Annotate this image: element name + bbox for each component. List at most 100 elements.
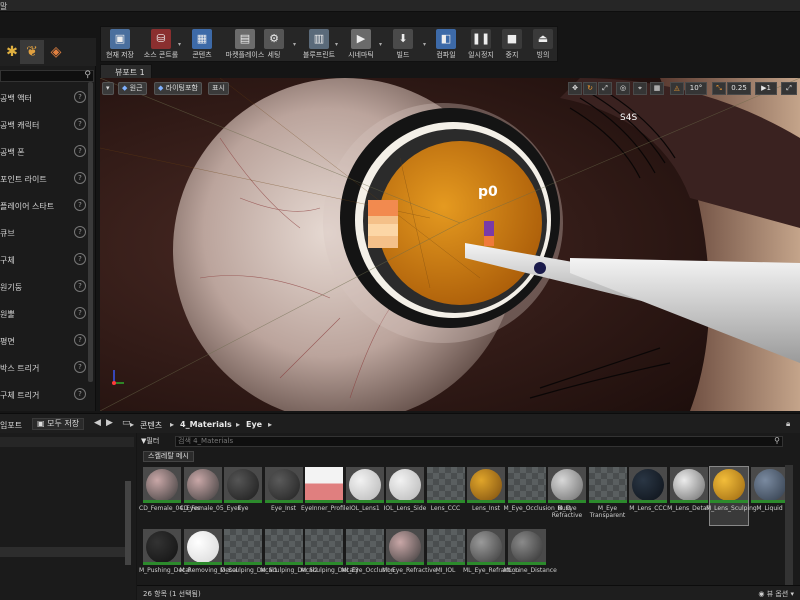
place-item[interactable]: 박스 트리거? xyxy=(0,358,90,378)
asset-tile[interactable]: Lens_CCC xyxy=(426,467,465,525)
asset-tile[interactable]: M_Eye Transparent xyxy=(588,467,627,525)
asset-tile[interactable]: M_Removing_Decal xyxy=(180,529,238,587)
foliage-mode-icon[interactable]: ❦ xyxy=(20,40,44,64)
asset-tile[interactable]: M_Lens_Detail xyxy=(667,467,710,525)
blueprint-dropdown-icon[interactable]: ▾ xyxy=(335,41,338,48)
rotate-tool-icon[interactable]: ↻ xyxy=(583,82,597,95)
filter-tag[interactable]: 스켈레탈 메시 xyxy=(143,451,194,462)
asset-tile[interactable]: M_Eye_Occlusion_Bust xyxy=(504,467,571,525)
cinematics-button[interactable]: ▶ 시네마틱 xyxy=(341,28,381,62)
breadcrumb-item-content[interactable]: 콘텐츠 xyxy=(140,420,162,431)
rotation-snap-value[interactable]: 10° xyxy=(685,82,707,95)
help-icon[interactable]: ? xyxy=(74,226,86,238)
place-item[interactable]: 공백 폰? xyxy=(0,142,90,162)
source-button[interactable]: ⛁ 소스 콘트롤 xyxy=(139,28,183,62)
help-icon[interactable]: ? xyxy=(74,199,86,211)
help-icon[interactable]: ? xyxy=(74,118,86,130)
asset-tile[interactable]: CD_Female_05_Eyes xyxy=(180,467,241,525)
scale-tool-icon[interactable]: ⤢ xyxy=(598,82,612,95)
world-space-icon[interactable]: ◎ xyxy=(616,82,630,95)
place-item[interactable]: 구체? xyxy=(0,250,90,270)
help-icon[interactable]: ? xyxy=(74,91,86,103)
scale-snap-icon[interactable]: ⤡ xyxy=(712,82,726,95)
asset-tile[interactable]: Eye_Inst xyxy=(264,467,303,525)
asset-tile[interactable]: M_Pushing_Decal xyxy=(139,529,191,587)
place-item[interactable]: 공백 액터? xyxy=(0,88,90,108)
eject-button[interactable]: ⏏ 빙의 xyxy=(529,28,557,62)
asset-tile[interactable]: M_Sculping_Decal1 xyxy=(220,529,278,587)
place-item[interactable]: 원기둥? xyxy=(0,277,90,297)
help-icon[interactable]: ? xyxy=(74,280,86,292)
asset-tile[interactable]: Eye xyxy=(224,467,262,525)
asset-tile[interactable]: Lens_Inst xyxy=(467,467,505,525)
import-button[interactable]: 임포트 xyxy=(0,420,22,431)
help-icon[interactable]: ? xyxy=(74,388,86,400)
show-button[interactable]: 표시 xyxy=(208,82,229,95)
stop-button[interactable]: ■ 중지 xyxy=(499,28,525,62)
asset-tile[interactable]: M_Sculping_Decal3 xyxy=(301,529,359,587)
place-item[interactable]: 큐브? xyxy=(0,223,90,243)
level-viewport[interactable]: p0 S4S ▾ ◆ 원근 ◆ 라이팅포함 표시 ✥ ↻ ⤢ ◎ ⌖ ▦ ◬ 1… xyxy=(100,78,800,411)
place-item[interactable]: 평면? xyxy=(0,331,90,351)
source-folder-row[interactable] xyxy=(0,547,126,557)
asset-tile[interactable]: EyeInner_Profile xyxy=(301,467,349,525)
left-scrollbar[interactable] xyxy=(88,82,93,382)
view-options-button[interactable]: ◉ 뷰 옵션 ▾ xyxy=(758,589,794,599)
surface-snap-icon[interactable]: ⌖ xyxy=(633,82,647,95)
build-dropdown-icon[interactable]: ▾ xyxy=(423,41,426,48)
geometry-mode-icon[interactable]: ◈ xyxy=(44,40,68,64)
help-icon[interactable]: ? xyxy=(74,334,86,346)
source-dropdown-icon[interactable]: ▾ xyxy=(178,41,181,48)
asset-tile[interactable]: M_Eye Refractive xyxy=(548,467,586,525)
filter-button[interactable]: ▼필터 xyxy=(141,436,171,447)
help-icon[interactable]: ? xyxy=(74,307,86,319)
rotation-snap-icon[interactable]: ◬ xyxy=(670,82,684,95)
asset-tile[interactable]: IOL_Lens1 xyxy=(345,467,384,525)
grid-snap-icon[interactable]: ▦ xyxy=(650,82,664,95)
save-button[interactable]: ▣ 현재 저장 xyxy=(103,28,137,62)
asset-tile[interactable]: MI_IOL xyxy=(426,529,465,587)
asset-tile[interactable]: CD_Female_04_Eyes xyxy=(139,467,200,525)
help-icon[interactable]: ? xyxy=(74,172,86,184)
place-item[interactable]: 포인트 라이트? xyxy=(0,169,90,189)
maximize-viewport-icon[interactable]: ⤢ xyxy=(781,82,797,95)
compile-button[interactable]: ◧ 컴파일 xyxy=(431,28,461,62)
save-all-button[interactable]: ▣ 모두 저장 xyxy=(32,418,85,430)
settings-dropdown-icon[interactable]: ▾ xyxy=(293,41,296,48)
asset-tile[interactable]: MI_Eye_Occlusion_ xyxy=(342,529,398,587)
viewport-tab[interactable]: 뷰포트 1 xyxy=(100,64,152,78)
blueprint-button[interactable]: ▥ 블루프린트 xyxy=(299,28,339,62)
asset-search-input[interactable]: 검색 4_Materials ⚲ xyxy=(175,436,783,447)
breadcrumb-item-eye[interactable]: Eye xyxy=(246,420,262,429)
help-icon[interactable]: ? xyxy=(74,145,86,157)
asset-scrollbar[interactable] xyxy=(785,465,793,585)
scale-snap-value[interactable]: 0.25 xyxy=(727,82,751,95)
help-icon[interactable]: ? xyxy=(74,361,86,373)
asset-tile[interactable]: M_Lens_Sculping xyxy=(706,466,757,526)
asset-tile[interactable]: M_Sculping_Decal2 xyxy=(261,529,318,587)
asset-tile[interactable]: IOL_Lens_Side xyxy=(384,467,426,525)
lock-icon[interactable]: 🔒︎ xyxy=(786,419,790,429)
place-search-input[interactable]: ⚲ xyxy=(0,70,94,82)
place-item[interactable]: 공백 캐릭터? xyxy=(0,115,90,135)
content-button[interactable]: ▦ 콘텐츠 xyxy=(185,28,219,62)
place-item[interactable]: 플레이어 스타트? xyxy=(0,196,90,216)
lit-mode-button[interactable]: ◆ 라이팅포함 xyxy=(154,82,202,95)
menu-item[interactable]: 말 xyxy=(0,1,7,12)
perspective-button[interactable]: ◆ 원근 xyxy=(118,82,147,95)
help-icon[interactable]: ? xyxy=(74,253,86,265)
place-item[interactable]: 구체 트리거? xyxy=(0,385,90,405)
camera-speed-button[interactable]: ▶1 xyxy=(755,82,777,95)
asset-tile[interactable]: MI_Eye_Refractive_ xyxy=(382,529,439,587)
sources-scrollbar[interactable] xyxy=(125,481,131,565)
asset-tile[interactable]: M_Liquid xyxy=(750,467,789,525)
breadcrumb-item-materials[interactable]: 4_Materials xyxy=(180,420,232,429)
asset-tile[interactable]: M_Lens_CCC xyxy=(629,467,667,525)
place-item[interactable]: 원뿔? xyxy=(0,304,90,324)
back-arrow-icon[interactable]: ◀ xyxy=(94,418,101,428)
pause-button[interactable]: ❚❚ 일시정지 xyxy=(465,28,497,62)
forward-arrow-icon[interactable]: ▶ xyxy=(106,418,113,428)
asset-tile[interactable]: ML_Line_Distance xyxy=(504,529,557,587)
viewport-menu-button[interactable]: ▾ xyxy=(102,82,114,95)
asset-tile[interactable]: ML_Eye_Refraction xyxy=(463,529,519,587)
